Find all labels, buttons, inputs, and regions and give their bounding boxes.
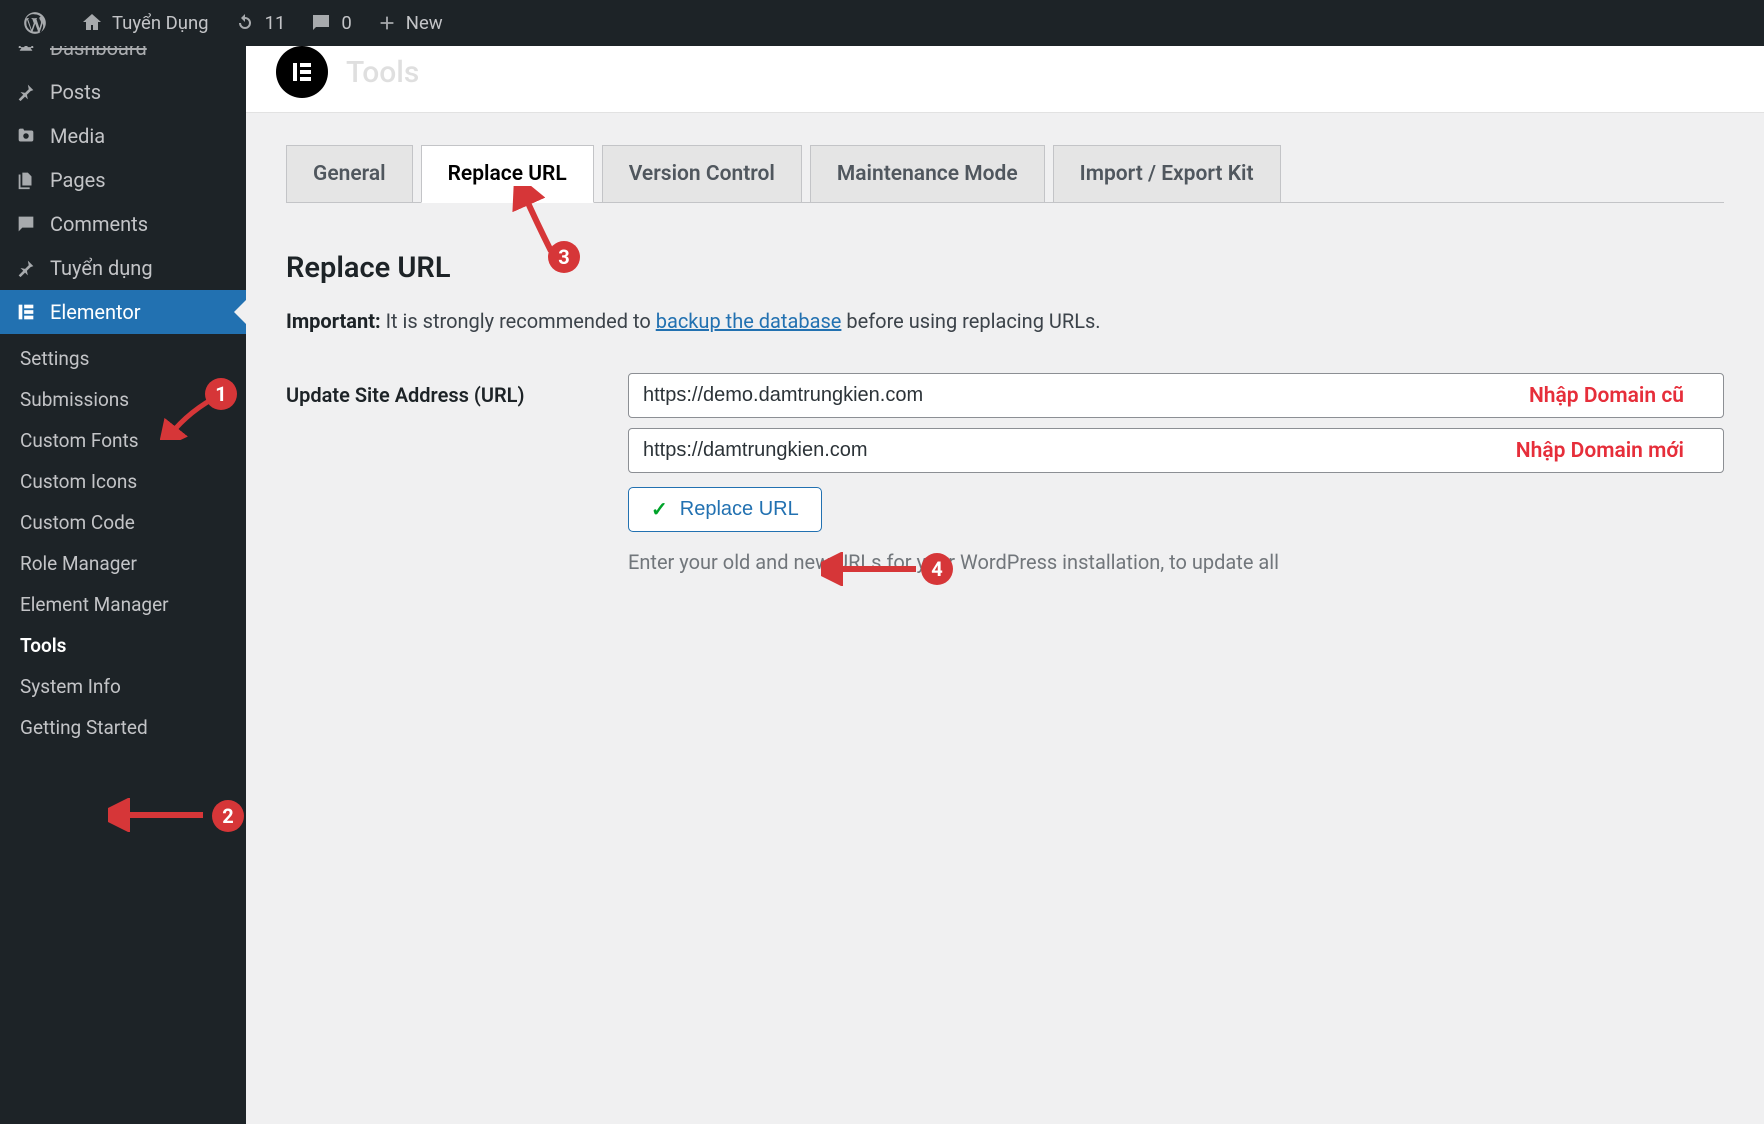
sidebar-label: Comments	[50, 212, 148, 236]
submenu-system-info[interactable]: System Info	[0, 666, 246, 707]
tab-maintenance-mode[interactable]: Maintenance Mode	[810, 145, 1045, 203]
comment-icon	[309, 11, 333, 35]
sidebar-item-media[interactable]: Media	[0, 114, 246, 158]
submenu-custom-code[interactable]: Custom Code	[0, 502, 246, 543]
pin-icon	[12, 81, 40, 103]
submenu-role-manager[interactable]: Role Manager	[0, 543, 246, 584]
tabs: General Replace URL Version Control Main…	[286, 145, 1724, 203]
sidebar-item-pages[interactable]: Pages	[0, 158, 246, 202]
wordpress-icon	[22, 10, 48, 36]
pin-icon	[12, 257, 40, 279]
site-name[interactable]: Tuyển Dụng	[68, 0, 221, 46]
annotation-arrow-4	[821, 552, 921, 586]
elementor-icon	[12, 301, 40, 323]
sidebar-item-comments[interactable]: Comments	[0, 202, 246, 246]
important-text-1: It is strongly recommended to	[381, 309, 656, 333]
site-name-label: Tuyển Dụng	[112, 12, 209, 34]
comments-bubble[interactable]: 0	[297, 0, 363, 46]
sidebar-label: Tuyển dụng	[50, 256, 153, 280]
form-row: Update Site Address (URL) Nhập Domain cũ…	[286, 373, 1724, 574]
tab-version-control[interactable]: Version Control	[602, 145, 802, 203]
new-url-input[interactable]	[628, 428, 1724, 473]
important-text-2: before using replacing URLs.	[841, 309, 1100, 333]
annotation-badge-2: 2	[212, 800, 244, 832]
tab-import-export[interactable]: Import / Export Kit	[1053, 145, 1281, 203]
annotation-badge-3: 3	[548, 241, 580, 273]
sidebar-label: Dashboard	[50, 46, 147, 60]
comments-count: 0	[341, 12, 351, 34]
sidebar-label: Media	[50, 124, 105, 148]
old-url-input[interactable]	[628, 373, 1724, 418]
admin-bar: Tuyển Dụng 11 0 New	[0, 0, 1764, 46]
dashboard-icon	[12, 46, 40, 59]
form-label: Update Site Address (URL)	[286, 373, 628, 407]
annotation-badge-4: 4	[921, 553, 953, 585]
content-area: Tools General Replace URL Version Contro…	[246, 46, 1764, 1124]
sidebar-item-tuyen-dung[interactable]: Tuyển dụng	[0, 246, 246, 290]
media-icon	[12, 125, 40, 147]
important-note: Important: It is strongly recommended to…	[286, 309, 1724, 333]
submenu-custom-icons[interactable]: Custom Icons	[0, 461, 246, 502]
check-icon: ✓	[651, 497, 668, 522]
update-icon	[233, 11, 257, 35]
annotation-badge-1: 1	[205, 378, 237, 410]
submenu-tools[interactable]: Tools	[0, 625, 246, 666]
sidebar-label: Elementor	[50, 300, 141, 324]
comment-icon	[12, 213, 40, 235]
wp-logo[interactable]	[10, 0, 68, 46]
sidebar-label: Posts	[50, 80, 101, 104]
new-label: New	[406, 12, 443, 34]
page-title: Tools	[346, 55, 419, 90]
pages-icon	[12, 169, 40, 191]
section-heading: Replace URL	[286, 251, 1724, 285]
plus-icon	[376, 12, 398, 34]
home-icon	[80, 11, 104, 35]
page-title-bar: Tools	[246, 46, 1764, 113]
sidebar-item-elementor[interactable]: Elementor	[0, 290, 246, 334]
sidebar-item-posts[interactable]: Posts	[0, 70, 246, 114]
sidebar-label: Pages	[50, 168, 106, 192]
tab-general[interactable]: General	[286, 145, 413, 203]
submenu-getting-started[interactable]: Getting Started	[0, 707, 246, 748]
replace-button-label: Replace URL	[680, 498, 799, 521]
updates[interactable]: 11	[221, 0, 298, 46]
submenu-element-manager[interactable]: Element Manager	[0, 584, 246, 625]
replace-url-button[interactable]: ✓ Replace URL	[628, 487, 822, 532]
admin-sidebar: Dashboard Posts Media Pages Comments Tuy…	[0, 46, 246, 1124]
submenu-settings[interactable]: Settings	[0, 338, 246, 379]
new-content[interactable]: New	[364, 0, 455, 46]
backup-link[interactable]: backup the database	[656, 309, 842, 333]
sidebar-item-dashboard[interactable]: Dashboard	[0, 46, 246, 70]
help-text: Enter your old and new URLs for your Wor…	[628, 550, 1724, 574]
important-prefix: Important:	[286, 309, 381, 333]
elementor-logo	[276, 46, 328, 98]
updates-count: 11	[265, 12, 286, 34]
annotation-arrow-2	[108, 798, 208, 832]
